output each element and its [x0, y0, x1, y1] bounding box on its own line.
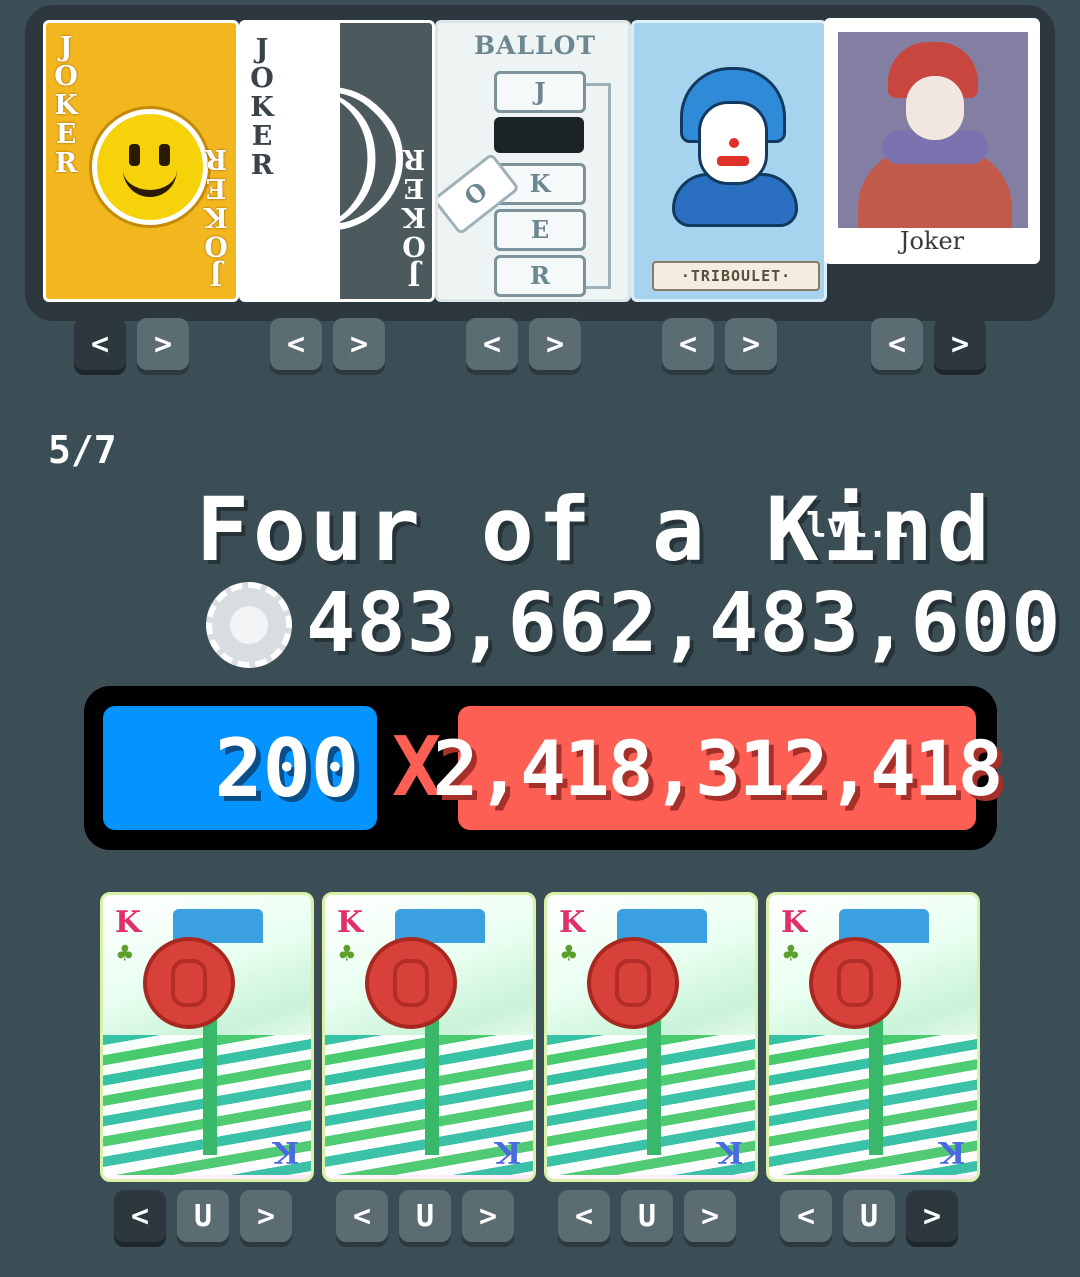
hand-counter: 5/7 [48, 428, 117, 472]
joker-corner-text: JOKER [250, 34, 274, 181]
joker-corner-text: JOKER [402, 143, 426, 290]
joker-nameplate: ·TRIBOULET· [652, 261, 820, 291]
ballot-redaction [494, 117, 584, 153]
joker-5-next-button[interactable]: > [934, 318, 986, 370]
joker-2-next-button[interactable]: > [333, 318, 385, 370]
ballot-letter: J [494, 71, 586, 113]
joker-card-triboulet[interactable]: ·TRIBOULET· [631, 20, 827, 302]
ballot-letter: R [494, 255, 586, 297]
chip-icon [206, 582, 292, 668]
joker-2-prev-button[interactable]: < [270, 318, 322, 370]
card-1-up-button[interactable]: U [177, 1190, 229, 1242]
played-card[interactable]: K ♣ K [766, 892, 980, 1182]
played-card[interactable]: K ♣ K [322, 892, 536, 1182]
red-seal-icon [365, 937, 457, 1029]
card-rank: K [781, 905, 808, 940]
card-rank: K [115, 905, 142, 940]
joker-corner-text: JOKER [54, 32, 78, 179]
red-seal-icon [587, 937, 679, 1029]
card-rank: K [272, 1134, 299, 1169]
card-4-up-button[interactable]: U [843, 1190, 895, 1242]
card-rank: K [716, 1134, 743, 1169]
card-2-next-button[interactable]: > [462, 1190, 514, 1242]
ballot-title: BALLOT [474, 31, 597, 60]
joker-card-photograph[interactable]: Joker [824, 18, 1040, 264]
card-3-up-button[interactable]: U [621, 1190, 673, 1242]
joker-caption: Joker [899, 227, 965, 255]
joker-card-smiley[interactable]: JOKER JOKER [43, 20, 239, 302]
card-4-next-button[interactable]: > [906, 1190, 958, 1242]
club-icon: ♣ [339, 939, 355, 969]
red-seal-icon [809, 937, 901, 1029]
club-icon: ♣ [783, 939, 799, 969]
hand-level: lvl.1 [806, 506, 909, 546]
joker-5-prev-button[interactable]: < [871, 318, 923, 370]
photograph-jester-icon [838, 32, 1028, 228]
played-card[interactable]: K ♣ K [544, 892, 758, 1182]
card-rank: K [337, 905, 364, 940]
joker-3-prev-button[interactable]: < [466, 318, 518, 370]
card-rank: K [559, 905, 586, 940]
joker-corner-text: JOKER [204, 143, 228, 290]
card-3-next-button[interactable]: > [684, 1190, 736, 1242]
joker-1-prev-button[interactable]: < [74, 318, 126, 370]
joker-1-next-button[interactable]: > [137, 318, 189, 370]
ballot-letter: E [494, 209, 586, 251]
chips-value: 200 [103, 706, 377, 830]
card-rank: K [494, 1134, 521, 1169]
club-icon: ♣ [561, 939, 577, 969]
score-total: 483,662,483,600 [306, 576, 1062, 671]
club-icon: ♣ [117, 939, 133, 969]
joker-3-next-button[interactable]: > [529, 318, 581, 370]
card-4-prev-button[interactable]: < [780, 1190, 832, 1242]
played-card[interactable]: K ♣ K [100, 892, 314, 1182]
joker-4-next-button[interactable]: > [725, 318, 777, 370]
card-rank: K [938, 1134, 965, 1169]
joker-4-prev-button[interactable]: < [662, 318, 714, 370]
card-2-prev-button[interactable]: < [336, 1190, 388, 1242]
joker-card-shadow[interactable]: JOKER ☽ JOKER [239, 20, 435, 302]
mult-value: 2,418,312,418 [433, 706, 1003, 830]
card-2-up-button[interactable]: U [399, 1190, 451, 1242]
card-1-prev-button[interactable]: < [114, 1190, 166, 1242]
card-3-prev-button[interactable]: < [558, 1190, 610, 1242]
joker-card-ballot[interactable]: BALLOT J K E R O [435, 20, 631, 302]
card-1-next-button[interactable]: > [240, 1190, 292, 1242]
smiley-face-icon [92, 109, 208, 225]
red-seal-icon [143, 937, 235, 1029]
